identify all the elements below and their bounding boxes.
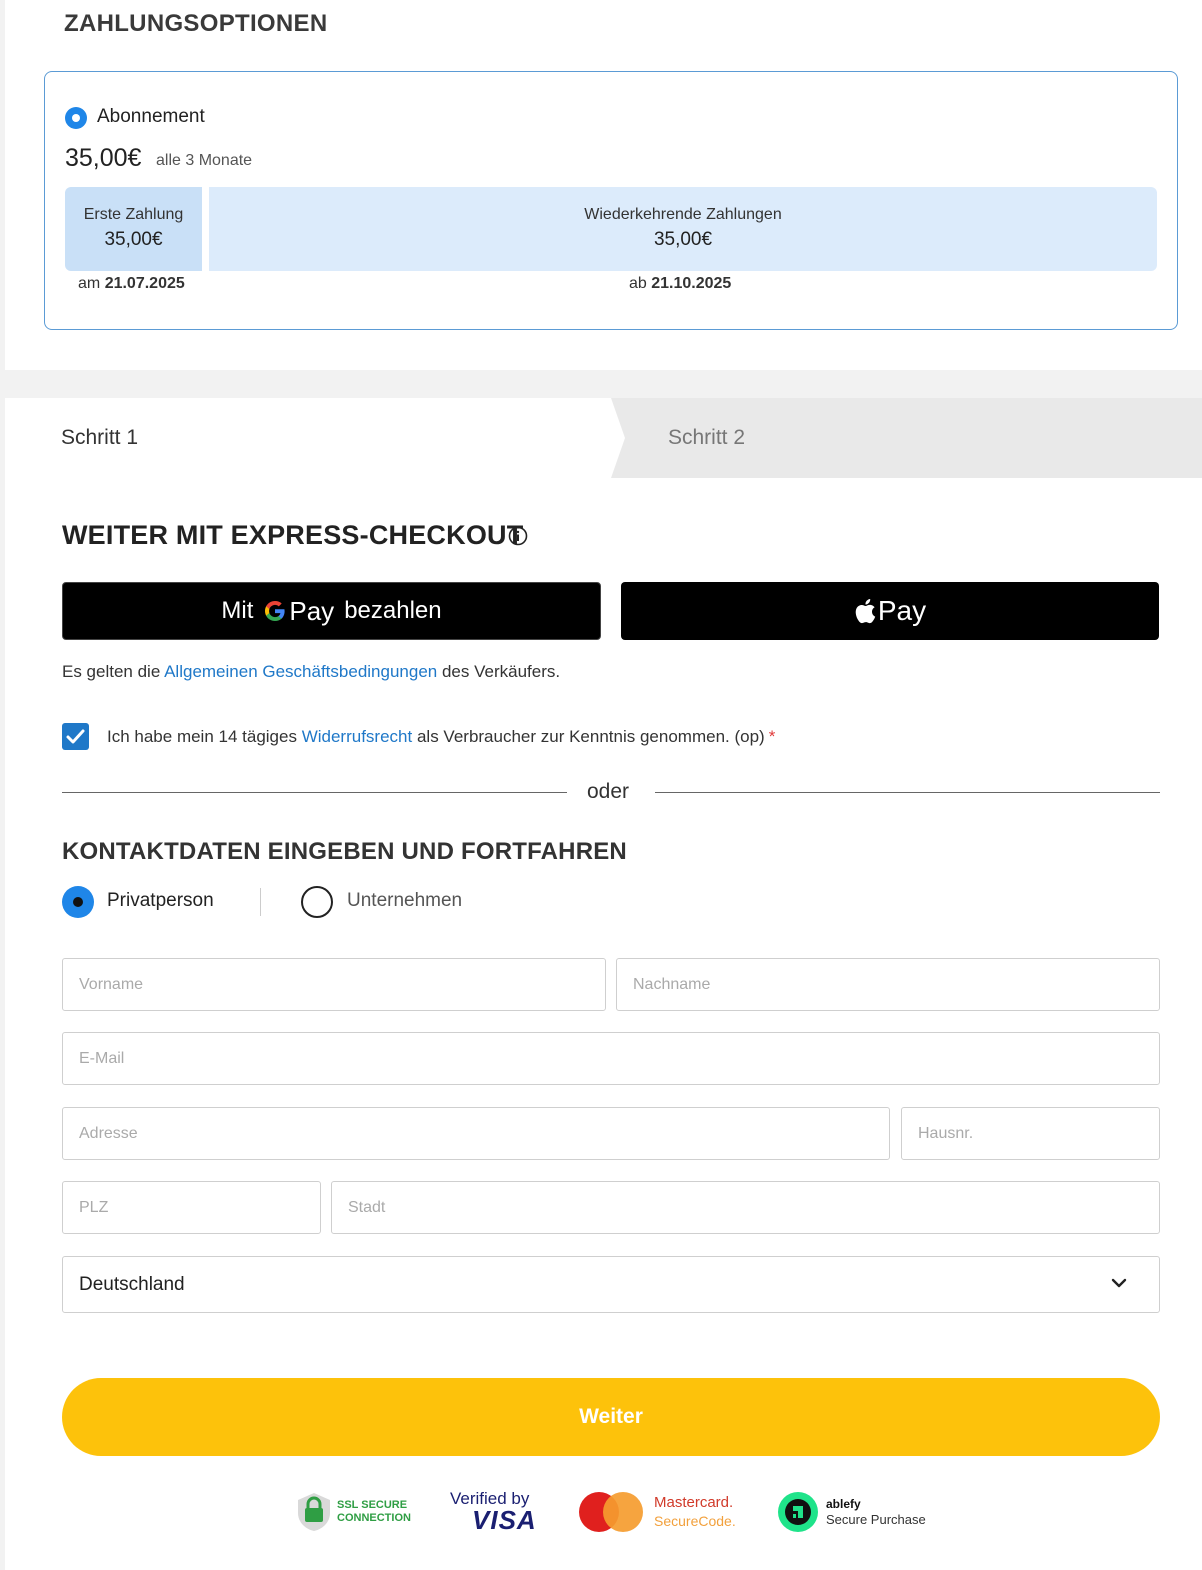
mastercard-securecode-badge: Mastercard. SecureCode. — [578, 1490, 736, 1534]
verified-by-visa-badge: Verified by VISA — [450, 1490, 537, 1534]
continue-button-label: Weiter — [579, 1405, 643, 1428]
withdrawal-consent-label: Ich habe mein 14 tägiges Widerrufsrecht … — [107, 727, 775, 747]
ssl-shield-icon — [298, 1493, 330, 1531]
lastname-field[interactable] — [616, 958, 1160, 1011]
consent-text-before: Ich habe mein 14 tägiges — [107, 727, 297, 746]
first-payment-date-prefix: am — [78, 275, 101, 292]
ablefy-line-2: Secure Purchase — [826, 1512, 926, 1527]
first-payment-amount: 35,00€ — [104, 229, 163, 250]
company-label[interactable]: Unternehmen — [347, 890, 462, 912]
step-2-label: Schritt 2 — [668, 426, 746, 449]
terms-text-after: des Verkäufers. — [441, 662, 561, 681]
gpay-suffix: bezahlen — [344, 597, 442, 624]
ssl-secure-badge: SSL SECURE CONNECTION — [295, 1490, 411, 1534]
mastercard-line-2: SecureCode. — [654, 1513, 736, 1529]
subscription-plan-option[interactable]: Abonnement 35,00€ alle 3 Monate Erste Za… — [44, 71, 1178, 330]
private-person-label[interactable]: Privatperson — [107, 890, 214, 912]
apple-icon — [855, 599, 876, 624]
payment-options-title: ZAHLUNGSOPTIONEN — [64, 10, 328, 37]
terms-link[interactable]: Allgemeinen Geschäftsbedingungen — [164, 662, 437, 681]
recurring-payment-box: Wiederkehrende Zahlungen 35,00€ — [209, 187, 1157, 271]
first-payment-date-value: 21.07.2025 — [104, 275, 185, 292]
payment-options-card: ZAHLUNGSOPTIONEN Abonnement 35,00€ alle … — [5, 0, 1202, 370]
house-number-field[interactable] — [901, 1107, 1160, 1160]
withdrawal-consent-checkbox[interactable] — [62, 723, 89, 750]
country-selected-value: Deutschland — [79, 1274, 185, 1295]
gpay-pay-word: Pay — [289, 595, 335, 626]
ablefy-text: ablefy Secure Purchase — [826, 1497, 926, 1527]
apple-pay-label: Pay — [877, 595, 927, 626]
ablefy-secure-badge: ablefy Secure Purchase — [778, 1490, 926, 1534]
divider-right — [655, 792, 1160, 793]
checkmark-icon — [66, 729, 85, 744]
google-g-logo-icon — [265, 601, 285, 621]
ssl-badge-text: SSL SECURE CONNECTION — [337, 1499, 411, 1525]
step-1-label: Schritt 1 — [61, 426, 139, 449]
checkout-card: Schritt 1 Schritt 2 WEITER MIT EXPRESS-C… — [5, 398, 1202, 1570]
terms-notice: Es gelten die Allgemeinen Geschäftsbedin… — [62, 662, 560, 682]
type-separator — [260, 888, 261, 916]
visa-line-2: VISA — [472, 1505, 537, 1535]
ablefy-logo-icon — [778, 1492, 818, 1532]
recurring-payment-date: ab 21.10.2025 — [629, 275, 731, 293]
ssl-line-1: SSL SECURE — [337, 1499, 408, 1511]
divider-label: oder — [587, 780, 630, 803]
info-icon[interactable] — [508, 526, 528, 546]
firstname-field[interactable] — [62, 958, 606, 1011]
contact-title: KONTAKTDATEN EINGEBEN UND FORTFAHREN — [62, 838, 627, 865]
gpay-prefix: Mit — [221, 597, 254, 624]
express-checkout-title: WEITER MIT EXPRESS-CHECKOUT — [62, 520, 524, 550]
divider-left — [62, 792, 567, 793]
address-field[interactable] — [62, 1107, 890, 1160]
apple-pay-button[interactable]: Pay — [621, 582, 1159, 640]
recurring-payment-amount: 35,00€ — [653, 229, 713, 250]
country-select[interactable]: Deutschland — [62, 1256, 1160, 1313]
mastercard-line-1: Mastercard. — [654, 1494, 734, 1511]
recurring-payment-date-prefix: ab — [629, 275, 647, 292]
ssl-line-2: CONNECTION — [337, 1512, 411, 1524]
first-payment-label: Erste Zahlung — [83, 206, 184, 223]
chevron-down-icon — [1111, 1278, 1127, 1288]
mastercard-text: Mastercard. SecureCode. — [654, 1494, 736, 1530]
email-field[interactable] — [62, 1032, 1160, 1085]
plan-radio-selected[interactable] — [65, 107, 87, 129]
zip-field[interactable] — [62, 1181, 321, 1234]
company-radio[interactable] — [301, 886, 333, 918]
plan-interval: alle 3 Monate — [156, 152, 253, 169]
first-payment-box: Erste Zahlung 35,00€ — [65, 187, 202, 271]
google-g-icon: Pay — [263, 596, 334, 627]
private-person-radio[interactable] — [62, 886, 94, 918]
required-mark: * — [768, 727, 776, 746]
city-field[interactable] — [331, 1181, 1160, 1234]
google-pay-button[interactable]: Mit Pay bezahlen — [62, 582, 601, 640]
plan-price: 35,00€ — [65, 144, 142, 172]
first-payment-date: am 21.07.2025 — [78, 275, 185, 293]
consent-text-after: als Verbraucher zur Kenntnis genommen. (… — [416, 727, 765, 746]
plan-name: Abonnement — [97, 106, 205, 127]
terms-text-before: Es gelten die — [62, 662, 161, 681]
recurring-payment-label: Wiederkehrende Zahlungen — [584, 206, 782, 223]
mastercard-logo-icon — [579, 1492, 643, 1532]
recurring-payment-date-value: 21.10.2025 — [651, 275, 732, 292]
withdrawal-right-link[interactable]: Widerrufsrecht — [302, 727, 413, 746]
continue-button[interactable]: Weiter — [62, 1378, 1160, 1456]
ablefy-line-1: ablefy — [826, 1497, 861, 1511]
